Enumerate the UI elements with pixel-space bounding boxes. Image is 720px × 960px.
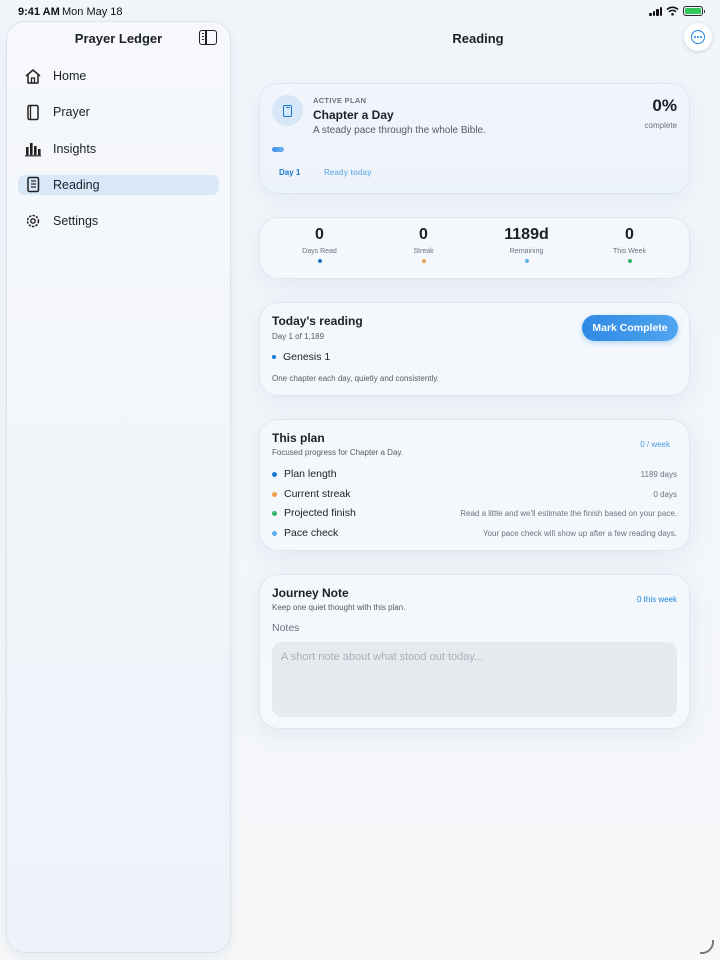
stat-label: Remaining: [509, 248, 544, 255]
row-dot: [272, 491, 277, 497]
status-bar: 9:41 AM Mon May 18: [0, 0, 720, 22]
status-indicators: [649, 6, 705, 16]
todays-reading-note: One chapter each day, quietly and consis…: [272, 374, 439, 383]
day-chip: Day 1: [279, 168, 301, 177]
passage-dot: [272, 355, 276, 359]
row-dot: [272, 510, 277, 516]
sidebar-item-prayer[interactable]: Prayer: [18, 102, 219, 122]
row-label: Current streak: [284, 488, 351, 500]
ready-chip: Ready today: [324, 168, 372, 177]
sidebar-toggle-icon[interactable]: [199, 30, 217, 45]
passage-label: Genesis 1: [283, 351, 331, 363]
stat-remaining: 1189d Remaining: [475, 226, 578, 263]
notes-label: Notes: [272, 622, 300, 634]
battery-icon: [683, 6, 705, 16]
plan-progress-fill: [272, 147, 284, 152]
this-plan-title: This plan: [272, 431, 325, 445]
sidebar-item-label: Reading: [53, 177, 100, 192]
journey-note-subtitle: Keep one quiet thought with this plan.: [272, 603, 406, 612]
this-plan-subtitle: Focused progress for Chapter a Day.: [272, 448, 404, 457]
todays-reading-card: Today's reading Day 1 of 1,189 Mark Comp…: [260, 303, 689, 395]
plan-progress-bar: [272, 147, 677, 152]
stat-value: 0: [625, 226, 634, 243]
sidebar-item-insights[interactable]: Insights: [18, 139, 219, 159]
sidebar-item-label: Home: [53, 69, 87, 83]
stat-value: 0: [419, 226, 428, 243]
sidebar-item-reading[interactable]: Reading: [18, 174, 219, 195]
plan-description: A steady pace through the whole Bible.: [313, 125, 486, 136]
plan-detail-row: Projected finish Read a little and we'll…: [272, 506, 677, 520]
sidebar-item-label: Insights: [53, 141, 97, 156]
row-label: Projected finish: [284, 507, 356, 519]
weekly-pace-badge: 0 / week: [640, 440, 670, 449]
notes-field[interactable]: [272, 642, 677, 717]
journey-note-card: Journey Note Keep one quiet thought with…: [260, 575, 689, 728]
todays-reading-title: Today's reading: [272, 314, 363, 328]
page-title: Reading: [452, 31, 504, 46]
resize-handle-icon: [700, 940, 714, 954]
stats-card: 0 Days Read 0 Streak 1189d Remaining 0 T…: [260, 218, 689, 278]
stat-label: Streak: [413, 248, 434, 255]
sidebar-title: Prayer Ledger: [74, 31, 163, 46]
row-dot: [272, 530, 277, 536]
row-label: Pace check: [284, 527, 339, 539]
stat-days-read: 0 Days Read: [268, 226, 371, 263]
stat-streak: 0 Streak: [372, 226, 475, 263]
stat-label: Days Read: [302, 248, 337, 255]
row-value: Read a little and we'll estimate the fin…: [460, 508, 677, 518]
sidebar-item-label: Settings: [53, 214, 99, 229]
book-icon: [24, 103, 42, 121]
journey-week-badge: 0 this week: [636, 595, 677, 604]
stat-dot: [524, 259, 529, 263]
stat-value: 0: [315, 226, 324, 243]
reading-passage[interactable]: Genesis 1: [272, 351, 330, 363]
sidebar-item-home[interactable]: Home: [18, 66, 219, 86]
stat-value: 1189d: [504, 226, 549, 243]
row-value: Your pace check will show up after a few…: [482, 528, 677, 538]
journey-note-title: Journey Note: [272, 586, 349, 600]
todays-reading-subtitle: Day 1 of 1,189: [272, 332, 325, 341]
row-label: Plan length: [284, 468, 337, 480]
sidebar: Prayer Ledger Home Prayer Insights Readi…: [7, 22, 230, 952]
plan-percent-label: complete: [644, 121, 677, 130]
chart-bars-icon: [24, 140, 42, 158]
more-options-button[interactable]: [684, 23, 712, 51]
stat-dot: [627, 259, 632, 263]
ellipsis-icon: [691, 30, 705, 44]
house-icon: [24, 67, 42, 85]
cellular-signal-icon: [649, 6, 662, 16]
status-time: 9:41 AM: [18, 6, 60, 18]
row-dot: [272, 471, 277, 477]
active-plan-card[interactable]: ACTIVE PLAN Chapter a Day A steady pace …: [260, 84, 689, 193]
this-plan-card: This plan Focused progress for Chapter a…: [260, 420, 689, 550]
book-pages-icon: [24, 176, 42, 194]
status-date: Mon May 18: [62, 6, 123, 18]
sidebar-nav: Home Prayer Insights Reading Settings: [18, 66, 219, 247]
plan-percent: 0%: [652, 96, 677, 115]
plan-name: Chapter a Day: [313, 108, 394, 122]
plan-eyebrow: ACTIVE PLAN: [313, 96, 367, 105]
row-value: 0 days: [653, 489, 677, 499]
plan-detail-row: Current streak 0 days: [272, 487, 677, 501]
stat-label: This Week: [613, 248, 646, 255]
gear-icon: [24, 212, 42, 230]
wifi-icon: [666, 6, 679, 16]
plan-detail-row: Pace check Your pace check will show up …: [272, 526, 677, 540]
plan-book-icon: [272, 95, 303, 126]
sidebar-item-settings[interactable]: Settings: [18, 211, 219, 231]
stat-dot: [421, 259, 426, 263]
stat-this-week: 0 This Week: [578, 226, 681, 263]
row-value: 1189 days: [640, 469, 677, 479]
plan-detail-row: Plan length 1189 days: [272, 467, 677, 481]
stat-dot: [317, 259, 322, 263]
sidebar-item-label: Prayer: [53, 105, 90, 120]
mark-complete-button[interactable]: Mark Complete: [582, 315, 678, 341]
